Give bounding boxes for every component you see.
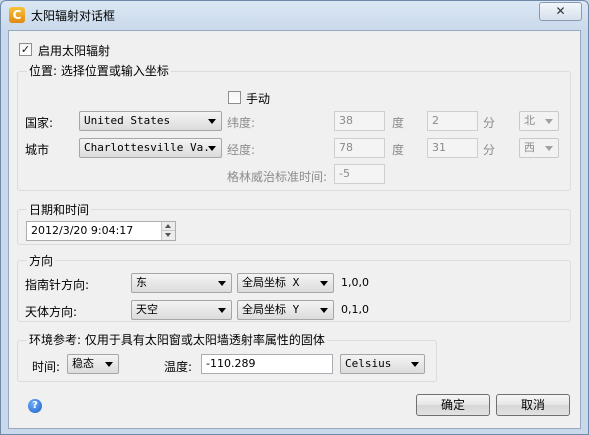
gmt-offset-label: 格林威治标准时间:: [227, 170, 328, 184]
temperature-unit-select[interactable]: Celsius: [340, 354, 425, 374]
longitude-label: 经度:: [227, 143, 256, 157]
compass-coordinate-select[interactable]: 全局坐标 X: [237, 273, 334, 293]
compass-coordinate-value: 全局坐标 X: [242, 276, 300, 289]
chevron-down-icon: [320, 308, 328, 313]
longitude-direction-value: 西: [524, 141, 535, 154]
ok-button[interactable]: 确定: [416, 394, 490, 416]
longitude-degrees-field[interactable]: 78: [334, 138, 385, 158]
sky-direction-select[interactable]: 天空: [131, 300, 232, 320]
chevron-down-icon: [218, 308, 226, 313]
datetime-picker[interactable]: 2012/3/20 9:04:17: [26, 221, 176, 241]
manual-label: 手动: [246, 92, 271, 106]
environment-group-label: 环境参考: 仅用于具有太阳窗或太阳墙透射率属性的固体: [27, 331, 327, 348]
sky-direction-label: 天体方向:: [25, 305, 78, 319]
latitude-minute-unit: 分: [483, 116, 496, 130]
app-logo-icon: C: [9, 7, 25, 23]
sky-coordinate-value: 全局坐标 Y: [242, 303, 300, 316]
enable-solar-checkbox[interactable]: ✓: [19, 43, 32, 56]
sky-direction-value: 天空: [136, 303, 158, 316]
latitude-direction-select[interactable]: 北: [519, 111, 559, 131]
chevron-down-icon: [545, 119, 553, 124]
country-value: United States: [84, 114, 171, 127]
close-button[interactable]: ✕: [539, 2, 582, 21]
chevron-down-icon: [320, 281, 328, 286]
city-label: 城市: [25, 143, 50, 157]
country-select[interactable]: United States: [79, 111, 222, 131]
compass-direction-value: 东: [136, 276, 147, 289]
compass-direction-select[interactable]: 东: [131, 273, 232, 293]
chevron-down-icon: [208, 119, 216, 124]
city-value: Charlottesville Va.: [84, 141, 210, 154]
enable-solar-label: 启用太阳辐射: [38, 44, 111, 58]
compass-direction-label: 指南针方向:: [25, 278, 90, 292]
chevron-down-icon: [411, 362, 419, 367]
country-label: 国家:: [25, 116, 54, 130]
latitude-degrees-field[interactable]: 38: [334, 111, 385, 131]
time-label: 时间:: [32, 360, 61, 374]
temperature-unit-value: Celsius: [345, 357, 392, 370]
chevron-down-icon: [105, 362, 113, 367]
window-title: 太阳辐射对话框: [31, 9, 116, 23]
compass-vector: 1,0,0: [341, 276, 369, 289]
latitude-minutes-field[interactable]: 2: [427, 111, 478, 131]
temperature-label: 温度:: [164, 360, 193, 374]
sky-coordinate-select[interactable]: 全局坐标 Y: [237, 300, 334, 320]
title-bar[interactable]: C 太阳辐射对话框 ✕: [1, 1, 588, 29]
time-mode-select[interactable]: 稳态: [67, 354, 119, 374]
longitude-minutes-field[interactable]: 31: [427, 138, 478, 158]
chevron-down-icon: [208, 146, 216, 151]
latitude-direction-value: 北: [524, 114, 535, 127]
longitude-degree-unit: 度: [392, 143, 405, 157]
direction-group-label: 方向: [27, 252, 56, 269]
location-group-label: 位置: 选择位置或输入坐标: [27, 62, 171, 79]
chevron-down-icon: [218, 281, 226, 286]
longitude-direction-select[interactable]: 西: [519, 138, 559, 158]
sky-vector: 0,1,0: [341, 303, 369, 316]
longitude-minute-unit: 分: [483, 143, 496, 157]
spin-up-icon[interactable]: [162, 222, 175, 231]
temperature-field[interactable]: -110.289: [201, 354, 333, 374]
manual-checkbox[interactable]: [228, 91, 241, 104]
cancel-button[interactable]: 取消: [496, 394, 570, 416]
help-icon[interactable]: ?: [28, 399, 42, 413]
time-mode-value: 稳态: [72, 357, 94, 370]
chevron-down-icon: [545, 146, 553, 151]
dialog-window: C 太阳辐射对话框 ✕ ✓ 启用太阳辐射 位置: 选择位置或输入坐标 手动 国家…: [0, 0, 589, 435]
datetime-spinner[interactable]: [161, 222, 175, 240]
datetime-group-label: 日期和时间: [27, 201, 92, 218]
city-select[interactable]: Charlottesville Va.: [79, 138, 222, 158]
latitude-degree-unit: 度: [392, 116, 405, 130]
spin-down-icon[interactable]: [162, 231, 175, 240]
latitude-label: 纬度:: [227, 116, 256, 130]
dialog-body: ✓ 启用太阳辐射 位置: 选择位置或输入坐标 手动 国家: United Sta…: [8, 30, 581, 429]
datetime-value: 2012/3/20 9:04:17: [31, 224, 134, 237]
gmt-offset-field[interactable]: -5: [334, 164, 385, 184]
